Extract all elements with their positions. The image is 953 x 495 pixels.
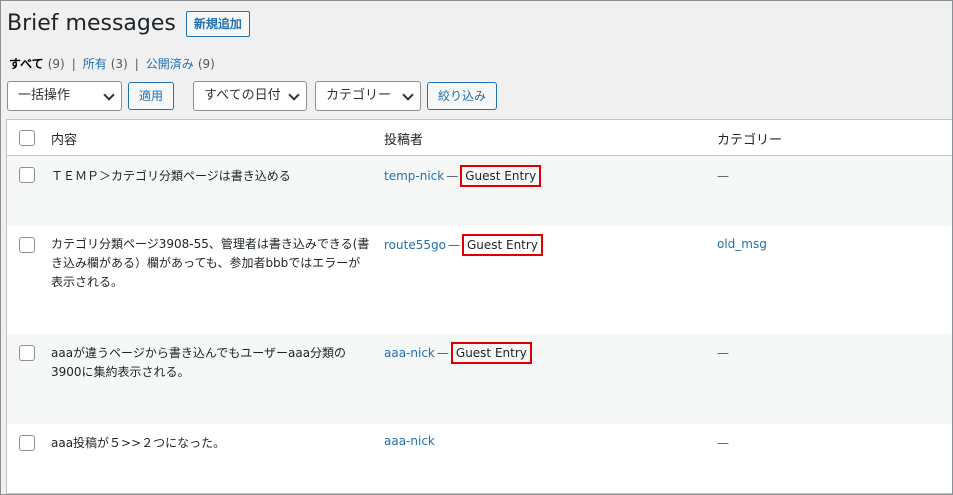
row-content[interactable]: aaa投稿が５>>２つになった。 [51, 434, 371, 453]
row-checkbox[interactable] [19, 167, 35, 183]
column-header-content[interactable]: 内容 [51, 129, 77, 148]
filter-button[interactable]: 絞り込み [427, 82, 498, 110]
table-row: ＴＥＭＰ＞カテゴリ分類ページは書き込める temp-nick — Guest E… [7, 156, 952, 226]
title-row: Brief messages 新規追加 [7, 10, 250, 38]
table-row: aaaが違うページから書き込んでもユーザーaaa分類の3900に集約表示される。… [7, 334, 952, 424]
row-author: route55go — Guest Entry [384, 234, 543, 256]
view-mine-link[interactable]: 所有 [83, 55, 107, 72]
row-category: — [717, 169, 729, 183]
row-content[interactable]: カテゴリ分類ページ3908-55、管理者は書き込みできる(書き込み欄がある）欄が… [51, 235, 371, 292]
row-category: — [717, 436, 729, 450]
apply-button[interactable]: 適用 [128, 82, 175, 110]
row-content[interactable]: aaaが違うページから書き込んでもユーザーaaa分類の3900に集約表示される。 [51, 344, 371, 382]
view-published-count: (9) [197, 56, 215, 71]
date-filter-value: すべての日付 [204, 88, 281, 103]
guest-entry-badge: Guest Entry [450, 342, 532, 364]
author-link[interactable]: aaa-nick [384, 344, 435, 363]
row-author: temp-nick — Guest Entry [384, 165, 542, 187]
row-category: — [717, 346, 729, 360]
column-header-author: 投稿者 [384, 133, 424, 148]
column-header-category: カテゴリー [717, 133, 783, 148]
chevron-down-icon [402, 89, 414, 101]
row-author: aaa-nick — Guest Entry [384, 342, 532, 364]
separator: | [134, 56, 139, 71]
category-filter-value: カテゴリー [326, 88, 392, 103]
author-dash: — [436, 345, 449, 360]
row-author: aaa-nick [384, 432, 435, 451]
add-new-button[interactable]: 新規追加 [185, 11, 250, 37]
author-link[interactable]: aaa-nick [384, 432, 435, 451]
view-all-count: (9) [47, 56, 65, 71]
row-checkbox[interactable] [19, 345, 35, 361]
author-link[interactable]: temp-nick [384, 167, 444, 186]
guest-entry-badge: Guest Entry [461, 234, 543, 256]
chevron-down-icon [288, 89, 300, 101]
view-mine-count: (3) [110, 56, 128, 71]
author-dash: — [446, 168, 459, 183]
author-link[interactable]: route55go [384, 236, 446, 255]
view-filters: すべて (9) | 所有 (3) | 公開済み (9) [9, 55, 215, 72]
bulk-actions-select[interactable]: 一括操作 [7, 81, 122, 111]
separator: | [71, 56, 76, 71]
row-category: old_msg [717, 235, 767, 254]
author-dash: — [447, 237, 460, 252]
view-all-link[interactable]: すべて [9, 55, 44, 72]
chevron-down-icon [103, 89, 115, 101]
table-row: aaa投稿が５>>２つになった。 aaa-nick — [7, 424, 952, 493]
posts-table: 内容 投稿者 カテゴリー ＴＥＭＰ＞カテゴリ分類ページは書き込める temp-n… [6, 119, 952, 494]
category-link[interactable]: old_msg [717, 237, 767, 251]
view-published-link[interactable]: 公開済み [146, 55, 194, 72]
table-row: カテゴリ分類ページ3908-55、管理者は書き込みできる(書き込み欄がある）欄が… [7, 226, 952, 334]
row-content[interactable]: ＴＥＭＰ＞カテゴリ分類ページは書き込める [51, 167, 371, 186]
page-title: Brief messages [7, 11, 176, 36]
guest-entry-badge: Guest Entry [460, 165, 542, 187]
row-checkbox[interactable] [19, 435, 35, 451]
date-filter-select[interactable]: すべての日付 [193, 81, 307, 111]
bulk-actions-value: 一括操作 [18, 88, 71, 103]
select-all-checkbox[interactable] [19, 130, 35, 146]
row-checkbox[interactable] [19, 237, 35, 253]
table-header: 内容 投稿者 カテゴリー [7, 120, 952, 156]
category-filter-select[interactable]: カテゴリー [315, 81, 421, 111]
